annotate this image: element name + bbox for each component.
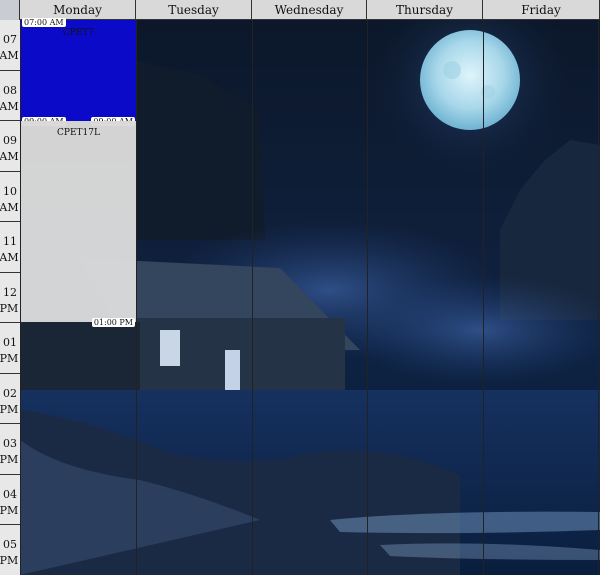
moon-icon (420, 30, 520, 130)
time-slot-label: 05 PM (0, 525, 20, 575)
event-cpet17l[interactable]: CPET17L 01:00 PM (21, 121, 136, 327)
event-cpet7[interactable]: CPET7 07:00 AM 09:00 AM 09:00 AM (21, 18, 136, 126)
grid-line (367, 0, 368, 575)
time-slot-label: 11 AM (0, 222, 20, 273)
event-start-time: 07:00 AM (22, 18, 66, 27)
grid-line (483, 0, 484, 575)
grid-line (252, 0, 253, 575)
header-corner (0, 0, 20, 20)
day-header-row: Monday Tuesday Wednesday Thursday Friday (0, 0, 600, 20)
weekly-schedule: Monday Tuesday Wednesday Thursday Friday… (0, 0, 600, 575)
time-slot-label: 10 AM (0, 172, 20, 222)
grid-line (136, 0, 137, 575)
grid-line (598, 0, 599, 575)
time-slot-label: 08 AM (0, 71, 20, 121)
day-header-wednesday: Wednesday (252, 0, 367, 20)
time-slot-label: 12 PM (0, 273, 20, 323)
time-slot-label: 04 PM (0, 475, 20, 525)
event-end-time: 01:00 PM (91, 318, 135, 327)
time-slot-label: 01 PM (0, 323, 20, 374)
day-header-monday: Monday (20, 0, 136, 20)
time-column: 07 AM 08 AM 09 AM 10 AM 11 AM 12 PM 01 PM 02 PM … (0, 20, 20, 575)
day-header-friday: Friday (483, 0, 600, 20)
time-slot-label: 07 AM (0, 20, 20, 71)
time-slot-label: 02 PM (0, 374, 20, 424)
time-slot-label: 03 PM (0, 424, 20, 475)
event-title: CPET17L (57, 128, 100, 138)
day-header-thursday: Thursday (367, 0, 483, 20)
day-header-tuesday: Tuesday (136, 0, 252, 20)
time-slot-label: 09 AM (0, 121, 20, 172)
